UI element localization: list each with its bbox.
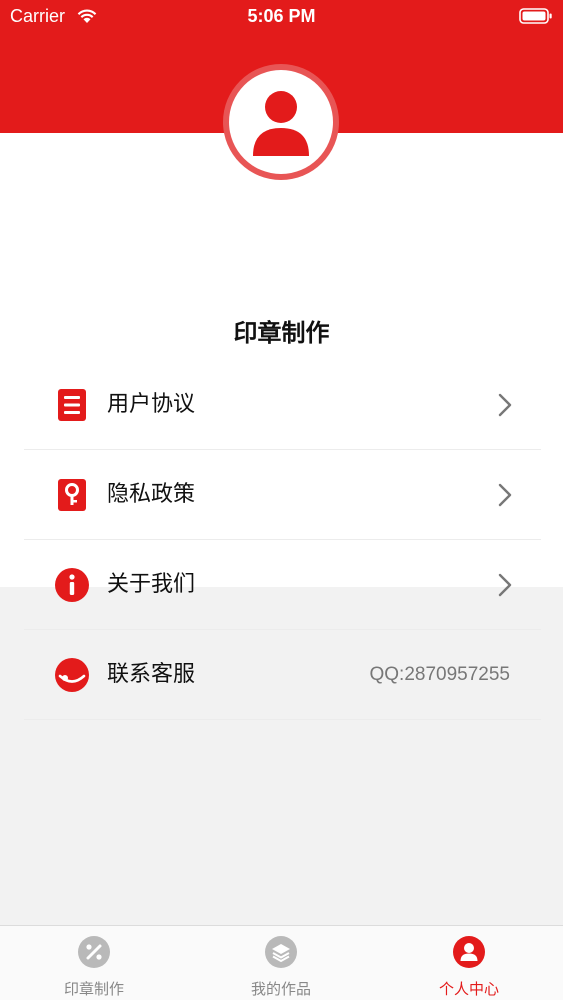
- avatar[interactable]: [229, 70, 333, 174]
- stamp-icon: [78, 936, 110, 968]
- menu-item-label: 关于我们: [107, 572, 196, 597]
- settings-menu: 用户协议 隐私政策 关于我们 联系客服 QQ:2870957255: [0, 360, 563, 720]
- qq-contact-number: QQ:2870957255: [369, 664, 510, 685]
- info-icon: [55, 568, 89, 602]
- menu-item-label: 隐私政策: [107, 482, 196, 507]
- menu-item-label: 联系客服: [107, 662, 196, 687]
- tab-stamp-making[interactable]: 印章制作: [24, 926, 164, 1000]
- chevron-right-icon: [498, 573, 512, 597]
- user-avatar-icon: [253, 91, 309, 156]
- key-lock-icon: [58, 479, 86, 511]
- layers-icon: [265, 936, 297, 968]
- tab-bar: 印章制作 我的作品 个人中心: [0, 925, 563, 1000]
- chevron-right-icon: [498, 393, 512, 417]
- divider: [24, 719, 541, 720]
- tab-personal-center[interactable]: 个人中心: [399, 926, 539, 1000]
- document-icon: [58, 389, 86, 421]
- headset-icon: [55, 658, 89, 692]
- menu-item-privacy-policy[interactable]: 隐私政策: [0, 450, 563, 540]
- tab-label: 个人中心: [438, 980, 499, 998]
- tab-my-works[interactable]: 我的作品: [211, 926, 351, 1000]
- menu-item-about-us[interactable]: 关于我们: [0, 540, 563, 630]
- clock: 5:06 PM: [247, 6, 316, 26]
- menu-item-label: 用户协议: [107, 392, 196, 417]
- tab-label: 我的作品: [250, 980, 311, 998]
- user-icon: [453, 936, 485, 968]
- status-bar: Carrier 5:06 PM: [0, 0, 563, 34]
- profile-section: 印章制作 用户协议 隐私政策 关于我们 联系客服 QQ:2870957255: [0, 133, 563, 720]
- app-name-title: 印章制作: [233, 319, 330, 347]
- chevron-right-icon: [498, 483, 512, 507]
- screen: Carrier 5:06 PM 印章制作 用户协议 隐私政策 关于我们 联系客服…: [0, 0, 563, 1000]
- menu-item-user-agreement[interactable]: 用户协议: [0, 360, 563, 450]
- battery-icon: [519, 8, 552, 24]
- tab-label: 印章制作: [63, 980, 124, 998]
- menu-item-customer-service[interactable]: 联系客服 QQ:2870957255: [0, 630, 563, 720]
